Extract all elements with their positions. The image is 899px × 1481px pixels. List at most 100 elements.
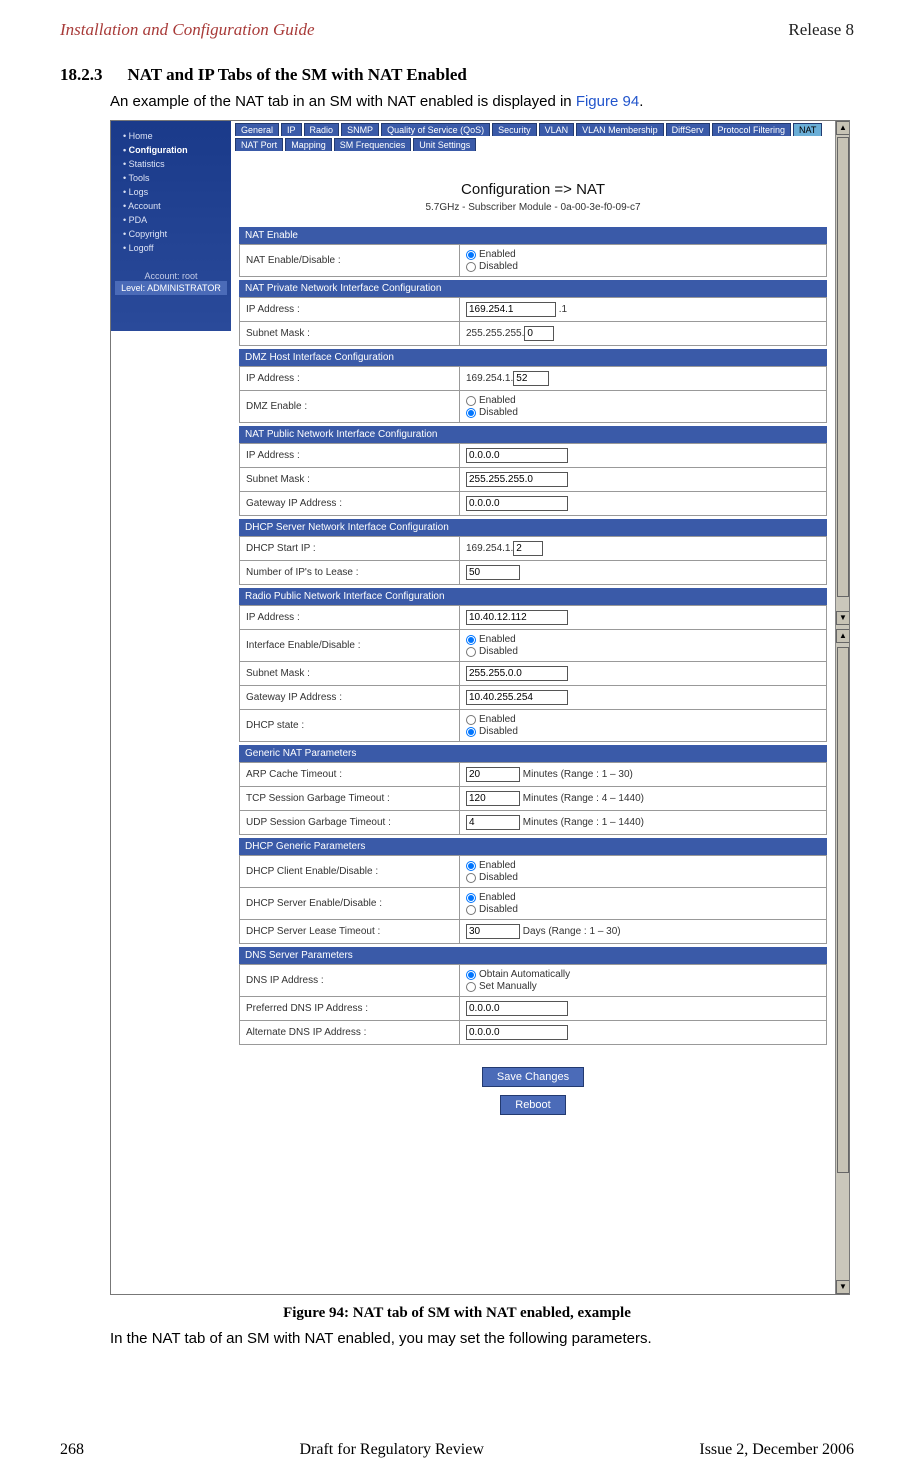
figure-ref-link[interactable]: Figure 94	[576, 93, 639, 110]
dmz-ip-prefix: 169.254.1.	[466, 373, 513, 384]
nat-enable-label: NAT Enable/Disable :	[240, 245, 460, 277]
dhcp-server-label: DHCP Server Enable/Disable :	[240, 888, 460, 920]
radio-subnet-input[interactable]	[466, 666, 568, 681]
dmz-disabled-radio[interactable]: Disabled	[466, 407, 820, 418]
public-gw-label: Gateway IP Address :	[240, 492, 460, 516]
vertical-scrollbar[interactable]: ▲ ▼ ▲ ▼	[835, 121, 849, 1294]
radio-icon[interactable]	[466, 861, 476, 871]
sidebar-item-statistics[interactable]: Statistics	[123, 157, 231, 171]
private-ip-suffix: .1	[559, 304, 567, 315]
udp-input[interactable]	[466, 815, 520, 830]
sidebar-item-pda[interactable]: PDA	[123, 213, 231, 227]
radio-icon[interactable]	[466, 262, 476, 272]
dhcp-server-disabled-radio[interactable]: Disabled	[466, 904, 820, 915]
sidebar-item-tools[interactable]: Tools	[123, 171, 231, 185]
public-gw-input[interactable]	[466, 496, 568, 511]
scroll-up-arrow-icon[interactable]: ▲	[836, 121, 850, 135]
sidebar-item-logs[interactable]: Logs	[123, 185, 231, 199]
radio-icon[interactable]	[466, 873, 476, 883]
tab-vlan[interactable]: VLAN	[539, 123, 575, 136]
public-ip-label: IP Address :	[240, 444, 460, 468]
public-ip-input[interactable]	[466, 448, 568, 463]
release-label: Release 8	[788, 20, 854, 40]
radio-iface-enabled-radio[interactable]: Enabled	[466, 634, 820, 645]
dns-alt-label: Alternate DNS IP Address :	[240, 1021, 460, 1045]
radio-icon[interactable]	[466, 727, 476, 737]
nat-enable-disabled-radio[interactable]: Disabled	[466, 261, 820, 272]
tab-general[interactable]: General	[235, 123, 279, 136]
dns-manual-radio[interactable]: Set Manually	[466, 981, 820, 992]
tab-radio[interactable]: Radio	[304, 123, 340, 136]
dmz-enabled-radio[interactable]: Enabled	[466, 395, 820, 406]
dhcp-lease-to-input[interactable]	[466, 924, 520, 939]
radio-icon[interactable]	[466, 647, 476, 657]
dmz-ip-input[interactable]	[513, 371, 549, 386]
doc-title: Installation and Configuration Guide	[60, 20, 315, 40]
panel-header-dhcp-server: DHCP Server Network Interface Configurat…	[239, 519, 827, 536]
nat-enable-enabled-radio[interactable]: Enabled	[466, 249, 820, 260]
sidebar-item-home[interactable]: Home	[123, 129, 231, 143]
reboot-button[interactable]: Reboot	[500, 1095, 565, 1115]
tab-mapping[interactable]: Mapping	[285, 138, 332, 151]
arp-input[interactable]	[466, 767, 520, 782]
radio-dhcp-disabled-radio[interactable]: Disabled	[466, 726, 820, 737]
radio-dhcp-enabled-radio[interactable]: Enabled	[466, 714, 820, 725]
dhcp-client-enabled-radio[interactable]: Enabled	[466, 860, 820, 871]
tab-nat[interactable]: NAT	[793, 123, 822, 136]
tab-snmp[interactable]: SNMP	[341, 123, 379, 136]
scroll-down-arrow-icon[interactable]: ▼	[836, 611, 850, 625]
footer-center: Draft for Regulatory Review	[299, 1441, 483, 1459]
tcp-suffix: Minutes (Range : 4 – 1440)	[523, 793, 644, 804]
radio-gw-label: Gateway IP Address :	[240, 686, 460, 710]
radio-ip-input[interactable]	[466, 610, 568, 625]
radio-iface-disabled-radio[interactable]: Disabled	[466, 646, 820, 657]
radio-icon[interactable]	[466, 396, 476, 406]
dns-alt-input[interactable]	[466, 1025, 568, 1040]
dhcp-lease-count-input[interactable]	[466, 565, 520, 580]
tab-diffserv[interactable]: DiffServ	[666, 123, 710, 136]
radio-icon[interactable]	[466, 893, 476, 903]
sidebar-item-copyright[interactable]: Copyright	[123, 227, 231, 241]
radio-icon[interactable]	[466, 982, 476, 992]
dns-ip-label: DNS IP Address :	[240, 965, 460, 997]
dhcp-server-enabled-radio[interactable]: Enabled	[466, 892, 820, 903]
dns-auto-radio[interactable]: Obtain Automatically	[466, 969, 820, 980]
save-changes-button[interactable]: Save Changes	[482, 1067, 584, 1087]
tab-ip[interactable]: IP	[281, 123, 302, 136]
tab-protocol-filtering[interactable]: Protocol Filtering	[712, 123, 792, 136]
sidebar-item-account[interactable]: Account	[123, 199, 231, 213]
footer-page-number: 268	[60, 1441, 84, 1459]
dhcp-start-prefix: 169.254.1.	[466, 543, 513, 554]
panel-header-dns: DNS Server Parameters	[239, 947, 827, 964]
tab-sm-frequencies[interactable]: SM Frequencies	[334, 138, 412, 151]
private-subnet-input[interactable]	[524, 326, 554, 341]
tab-qos[interactable]: Quality of Service (QoS)	[381, 123, 490, 136]
scroll-up-arrow-icon[interactable]: ▲	[836, 629, 850, 643]
radio-icon[interactable]	[466, 905, 476, 915]
tab-security[interactable]: Security	[492, 123, 537, 136]
intro-text-after: .	[639, 93, 643, 110]
radio-icon[interactable]	[466, 250, 476, 260]
scrollbar-thumb[interactable]	[837, 647, 849, 1173]
dhcp-client-label: DHCP Client Enable/Disable :	[240, 856, 460, 888]
dhcp-start-input[interactable]	[513, 541, 543, 556]
radio-icon[interactable]	[466, 408, 476, 418]
radio-gw-input[interactable]	[466, 690, 568, 705]
radio-icon[interactable]	[466, 635, 476, 645]
sidebar-item-logoff[interactable]: Logoff	[123, 241, 231, 255]
radio-icon[interactable]	[466, 970, 476, 980]
sidebar-item-configuration[interactable]: Configuration	[123, 143, 231, 157]
public-subnet-input[interactable]	[466, 472, 568, 487]
dhcp-start-label: DHCP Start IP :	[240, 537, 460, 561]
tcp-input[interactable]	[466, 791, 520, 806]
dns-pref-input[interactable]	[466, 1001, 568, 1016]
tab-nat-port[interactable]: NAT Port	[235, 138, 283, 151]
tab-unit-settings[interactable]: Unit Settings	[413, 138, 476, 151]
scroll-down-arrow-icon[interactable]: ▼	[836, 1280, 850, 1294]
private-ip-input[interactable]	[466, 302, 556, 317]
tab-vlan-membership[interactable]: VLAN Membership	[576, 123, 664, 136]
sidebar-account-block: Account: root Level: ADMINISTRATOR	[111, 267, 231, 299]
scrollbar-thumb[interactable]	[837, 137, 849, 597]
dhcp-client-disabled-radio[interactable]: Disabled	[466, 872, 820, 883]
radio-icon[interactable]	[466, 715, 476, 725]
